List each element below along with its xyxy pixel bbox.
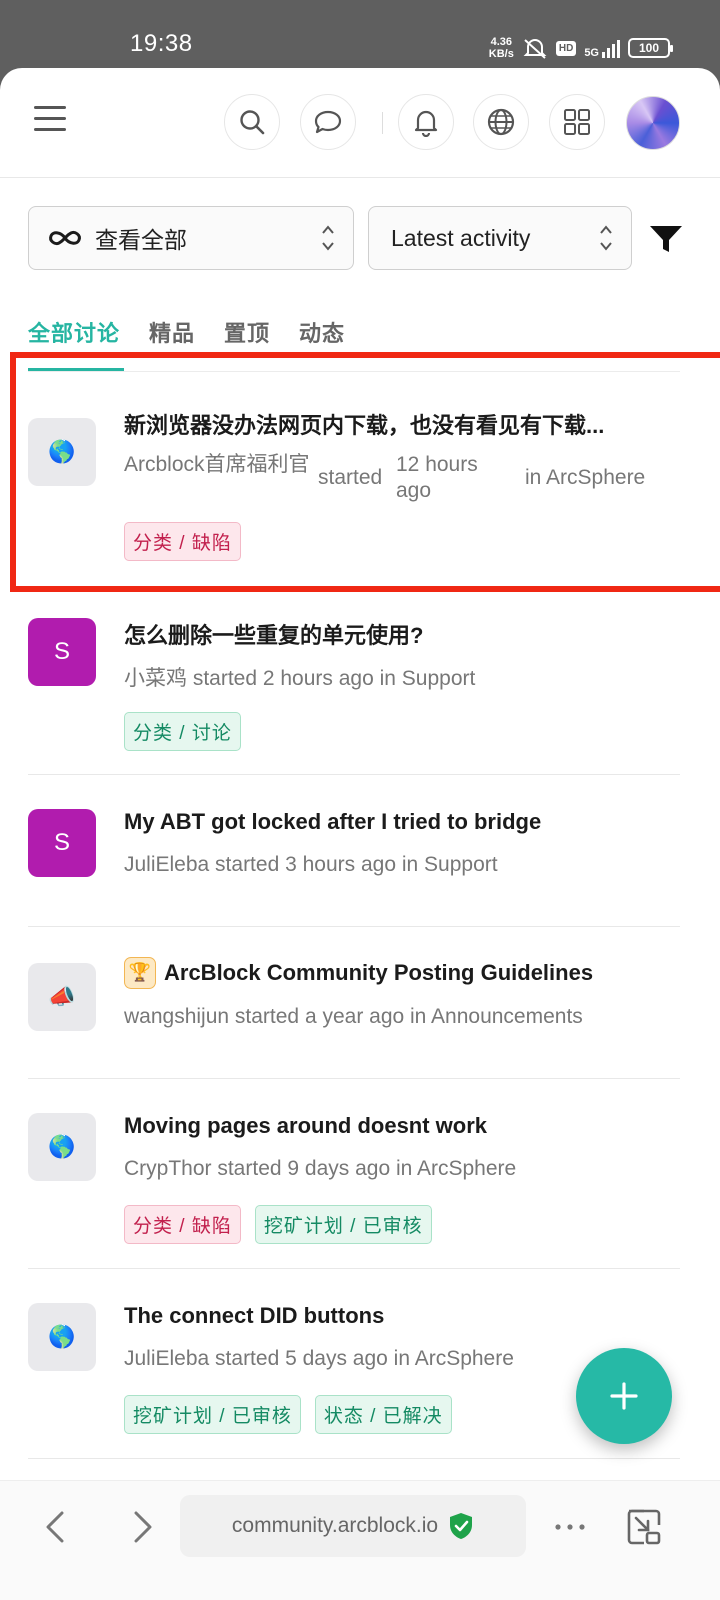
tag-badge[interactable]: 状态 / 已解决: [314, 1395, 452, 1434]
topic-meta: JuliEleba started 5 days ago in ArcSpher…: [124, 1347, 514, 1370]
url-bar[interactable]: community.arcblock.io: [180, 1495, 526, 1557]
browser-toolbar: community.arcblock.io: [0, 1480, 720, 1600]
topic-time: 12 hours ago: [396, 453, 478, 502]
chevron-updown-icon: [322, 225, 334, 251]
globe-emoji-icon: 🌎: [28, 418, 96, 486]
forward-icon[interactable]: [124, 1507, 160, 1547]
topic-author[interactable]: Arcblock首席福利官: [124, 452, 314, 478]
status-icons: 4.36 KB/s HD 5G 100: [489, 36, 673, 60]
topic-item[interactable]: 🌎 Moving pages around doesnt work CrypTh…: [0, 1079, 720, 1269]
tag-badge[interactable]: 分类 / 缺陷: [124, 1205, 241, 1244]
tag-badge[interactable]: 挖矿计划 / 已审核: [124, 1395, 301, 1434]
megaphone-icon: 📣: [28, 963, 96, 1031]
tag-badge[interactable]: 分类 / 讨论: [124, 712, 241, 751]
language-button[interactable]: [473, 94, 529, 150]
user-avatar[interactable]: [626, 96, 680, 150]
scope-select-label: 查看全部: [95, 227, 187, 253]
topic-item[interactable]: S 怎么删除一些重复的单元使用? 小菜鸡 started 2 hours ago…: [0, 598, 720, 776]
topic-tags: 分类 / 缺陷 挖矿计划 / 已审核: [124, 1205, 432, 1244]
apps-button[interactable]: [549, 94, 605, 150]
exit-fullscreen-icon[interactable]: [626, 1507, 662, 1547]
menu-icon[interactable]: [34, 106, 70, 136]
topic-title[interactable]: The connect DID buttons: [124, 1303, 384, 1329]
more-icon[interactable]: [552, 1507, 588, 1547]
header-divider: [382, 112, 383, 134]
tab-pinned[interactable]: 置顶: [224, 316, 270, 348]
trophy-icon: 🏆: [124, 957, 156, 989]
app-container: 查看全部 Latest activity 全部讨论 精品 置顶 动态 🌎 新浏览…: [0, 68, 720, 1600]
search-button[interactable]: [224, 94, 280, 150]
filter-icon[interactable]: [648, 223, 684, 255]
sort-select-label: Latest activity: [391, 224, 531, 251]
signal-icon: [602, 38, 620, 58]
battery-level: 100: [638, 41, 660, 55]
topic-board[interactable]: in ArcSphere: [525, 466, 645, 490]
topic-divider: [28, 1458, 680, 1459]
topic-meta: wangshijun started a year ago in Announc…: [124, 1005, 583, 1028]
muted-alarm-icon: [523, 39, 547, 59]
topic-tags: 挖矿计划 / 已审核 状态 / 已解决: [124, 1395, 452, 1434]
topic-title[interactable]: Moving pages around doesnt work: [124, 1113, 487, 1139]
plus-icon: [610, 1382, 638, 1410]
topic-item[interactable]: S My ABT got locked after I tried to bri…: [0, 775, 720, 927]
topic-title[interactable]: 怎么删除一些重复的单元使用?: [124, 618, 423, 650]
topic-meta: JuliEleba started 3 hours ago in Support: [124, 853, 498, 876]
net-speed: 4.36 KB/s: [489, 36, 514, 60]
globe-emoji-icon: 🌎: [28, 1113, 96, 1181]
shield-check-icon: [450, 1513, 473, 1539]
apps-grid-icon: [564, 109, 590, 135]
board-avatar: S: [28, 809, 96, 877]
topic-verb: started: [318, 466, 383, 489]
tag-badge[interactable]: 挖矿计划 / 已审核: [254, 1205, 432, 1244]
globe-emoji-icon: 🌎: [28, 1303, 96, 1371]
net-speed-value: 4.36: [490, 36, 513, 48]
board-avatar: S: [28, 618, 96, 686]
scope-select[interactable]: 查看全部: [28, 206, 354, 270]
battery-icon: 100: [628, 38, 673, 58]
net-speed-unit: KB/s: [488, 48, 514, 60]
topic-title[interactable]: My ABT got locked after I tried to bridg…: [124, 809, 541, 835]
tab-featured[interactable]: 精品: [149, 316, 195, 348]
hd-badge: HD: [555, 40, 577, 56]
network-type: 5G: [584, 47, 599, 59]
chat-button[interactable]: [300, 94, 356, 150]
notifications-button[interactable]: [398, 94, 454, 150]
topic-item[interactable]: 📣 🏆 ArcBlock Community Posting Guidelines…: [0, 927, 720, 1079]
topic-tags: 分类 / 缺陷: [124, 522, 241, 561]
sort-select[interactable]: Latest activity: [368, 206, 632, 270]
chat-icon: [314, 110, 342, 134]
bell-icon: [414, 110, 438, 137]
status-bar: 19:38 4.36 KB/s HD 5G 100: [0, 0, 720, 70]
topic-meta: 小菜鸡 started 2 hours ago in Support: [124, 667, 476, 690]
tab-activity[interactable]: 动态: [299, 316, 345, 348]
topic-title-row[interactable]: 🏆 ArcBlock Community Posting Guidelines: [124, 957, 593, 989]
topic-title[interactable]: ArcBlock Community Posting Guidelines: [164, 960, 593, 985]
topic-tags: 分类 / 讨论: [124, 712, 241, 751]
new-topic-button[interactable]: [576, 1348, 672, 1444]
tab-all-discussions[interactable]: 全部讨论: [28, 316, 120, 348]
tag-badge[interactable]: 分类 / 缺陷: [124, 522, 241, 561]
search-icon: [240, 110, 265, 135]
topic-tabs: 全部讨论 精品 置顶 动态: [28, 316, 345, 348]
topic-meta: CrypThor started 9 days ago in ArcSphere: [124, 1157, 517, 1180]
topic-item[interactable]: 🌎 新浏览器没办法网页内下载，也没有看见有下载... Arcblock首席福利官…: [0, 372, 720, 598]
app-header: [0, 68, 720, 178]
infinity-icon: [49, 231, 81, 245]
url-text: community.arcblock.io: [231, 1514, 439, 1537]
globe-icon: [487, 108, 515, 136]
back-icon[interactable]: [38, 1507, 74, 1547]
topic-title[interactable]: 新浏览器没办法网页内下载，也没有看见有下载...: [124, 408, 604, 440]
status-time: 19:38: [130, 30, 193, 57]
chevron-updown-icon: [600, 225, 612, 251]
